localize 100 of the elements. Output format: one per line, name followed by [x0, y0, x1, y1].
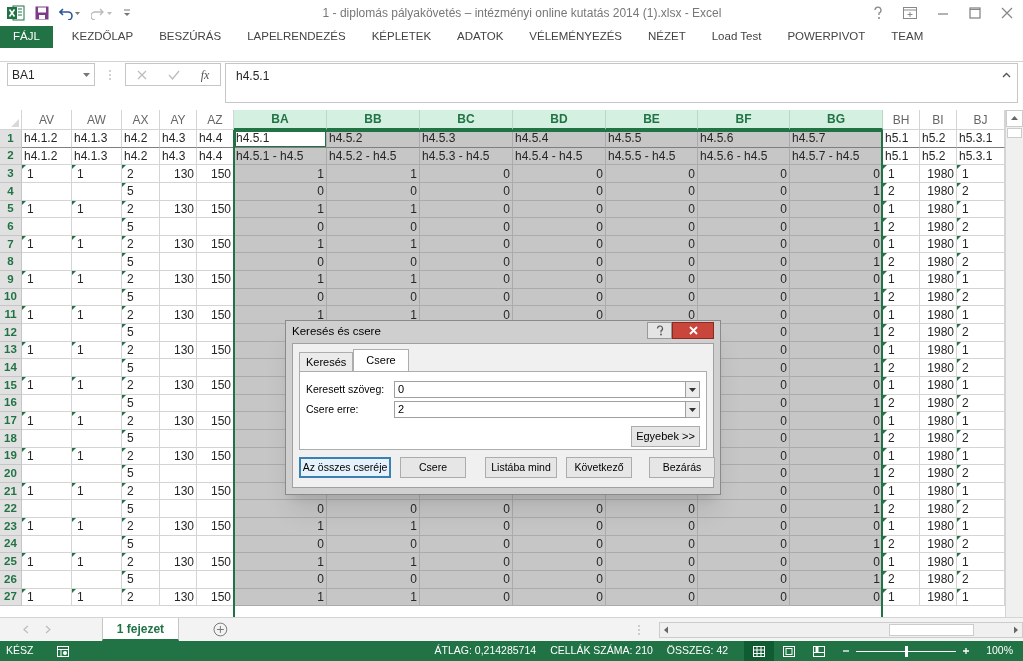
options-button[interactable]: Egyebek >>	[631, 426, 700, 447]
scroll-thumb[interactable]	[888, 623, 974, 636]
ribbon-tab[interactable]: TEAM	[878, 26, 937, 48]
dialog-button[interactable]: Bezárás	[649, 457, 715, 478]
column-header[interactable]: BG	[790, 110, 883, 130]
view-button[interactable]	[744, 641, 775, 661]
ribbon-display-icon[interactable]	[903, 7, 917, 19]
undo-icon[interactable]	[59, 6, 81, 20]
corner-marker-icon	[122, 271, 126, 276]
column-header[interactable]: BJ	[957, 110, 1005, 130]
close-button[interactable]	[672, 321, 714, 339]
customize-toolbar-icon[interactable]	[123, 8, 131, 18]
column-header[interactable]: BB	[327, 110, 420, 130]
ribbon-tab[interactable]: ADATOK	[444, 26, 517, 48]
ribbon-tab[interactable]: VÉLEMÉNYEZÉS	[516, 26, 635, 48]
zoom-out-icon[interactable]	[842, 647, 851, 655]
scroll-up-icon[interactable]	[1006, 110, 1023, 127]
zoom-slider-thumb[interactable]	[904, 645, 908, 657]
dialog-tab[interactable]: Csere	[353, 349, 409, 371]
table-cell: 0	[513, 500, 606, 519]
dropdown-caret-icon[interactable]	[689, 407, 696, 412]
corner-marker-icon	[883, 165, 887, 170]
column-header[interactable]: BD	[513, 110, 606, 130]
column-header[interactable]: AV	[22, 110, 72, 130]
table-cell: 130	[160, 235, 197, 254]
help-button[interactable]	[647, 321, 672, 339]
status-stat: ÁTLAG: 0,214285714	[434, 643, 537, 659]
insert-function-button[interactable]: fx	[200, 65, 210, 84]
vertical-scrollbar[interactable]	[1005, 110, 1023, 617]
dialog-button[interactable]: Következő	[566, 457, 632, 478]
column-header[interactable]: AZ	[197, 110, 234, 130]
dialog-button[interactable]: Listába mind	[485, 457, 557, 478]
row-header[interactable]: 1	[0, 130, 22, 148]
dialog-button[interactable]: Az összes cseréje	[299, 457, 391, 478]
ribbon-tab[interactable]: LAPELRENDEZÉS	[234, 26, 359, 48]
column-header[interactable]: AY	[160, 110, 197, 130]
sheet-tab[interactable]: 1 fejezet	[101, 618, 180, 641]
column-header[interactable]: BI	[920, 110, 957, 130]
close-icon[interactable]	[1001, 7, 1013, 19]
drag-handle-icon[interactable]	[108, 68, 112, 82]
scroll-thumb[interactable]	[1007, 128, 1022, 138]
maximize-icon[interactable]	[969, 7, 981, 19]
column-header[interactable]: BF	[698, 110, 790, 130]
cell-text: 2	[962, 571, 969, 588]
ribbon-tab[interactable]: BESZÚRÁS	[146, 26, 235, 48]
cell-text: 1	[27, 165, 34, 182]
zoom-slider[interactable]	[856, 645, 957, 657]
corner-marker-icon	[72, 588, 76, 593]
column-header[interactable]: BE	[606, 110, 698, 130]
save-icon[interactable]	[35, 6, 49, 20]
ribbon-tab[interactable]: Load Test	[698, 26, 775, 48]
formula-field[interactable]: h4.5.1	[225, 63, 1018, 103]
row-header[interactable]: 26	[0, 571, 22, 589]
input-field[interactable]: 2	[394, 401, 700, 418]
page-layout-view-icon	[783, 645, 796, 657]
table-cell: 130	[160, 553, 197, 571]
collapse-caret-icon[interactable]	[1002, 72, 1011, 78]
row-header[interactable]: 12	[0, 324, 22, 342]
corner-marker-icon	[122, 535, 126, 540]
record-macro-icon[interactable]	[57, 645, 70, 657]
dropdown-caret-icon[interactable]	[689, 387, 696, 392]
dialog-tab[interactable]: Keresés	[299, 352, 354, 371]
ribbon-tab[interactable]: KÉPLETEK	[358, 26, 445, 48]
row-header[interactable]: 25	[0, 553, 22, 571]
help-icon[interactable]	[873, 6, 883, 20]
column-header[interactable]: BC	[420, 110, 513, 130]
zoom-level[interactable]: 100%	[986, 643, 1013, 659]
row-header[interactable]: 22	[0, 500, 22, 519]
column-header[interactable]: BH	[883, 110, 920, 130]
corner-marker-icon	[122, 324, 126, 329]
name-box[interactable]: BA1	[7, 63, 95, 86]
excel-logo-icon[interactable]	[7, 5, 25, 21]
input-field[interactable]: 0	[394, 381, 700, 398]
row-header[interactable]: 23	[0, 518, 22, 536]
row-header[interactable]: 9	[0, 271, 22, 289]
table-cell: 0	[513, 553, 606, 571]
row-header[interactable]: 8	[0, 253, 22, 272]
row-header[interactable]: 6	[0, 218, 22, 236]
ribbon-tab[interactable]: NÉZET	[635, 26, 699, 48]
cell-text: 1	[27, 271, 34, 288]
column-header[interactable]: BA	[234, 110, 327, 130]
table-cell: h4.2	[122, 147, 160, 166]
dialog-button[interactable]: Csere	[400, 457, 466, 478]
row-header[interactable]: 14	[0, 359, 22, 377]
table-cell: 1980	[920, 588, 957, 607]
row-header[interactable]: 20	[0, 465, 22, 483]
row-header[interactable]: 11	[0, 306, 22, 325]
column-header[interactable]: AW	[72, 110, 122, 130]
column-header[interactable]: AX	[122, 110, 160, 130]
ribbon-tab[interactable]: KEZDŐLAP	[58, 26, 147, 48]
horizontal-scrollbar[interactable]	[658, 621, 1023, 638]
table-cell: 1980	[920, 182, 957, 201]
zoom-in-icon[interactable]	[962, 647, 971, 655]
row-header[interactable]: 17	[0, 412, 22, 430]
row-header[interactable]: 3	[0, 165, 22, 183]
corner-marker-icon	[957, 359, 961, 364]
corner-marker-icon	[122, 394, 126, 399]
ribbon-tab[interactable]: POWERPIVOT	[774, 26, 879, 48]
add-sheet-icon[interactable]	[213, 622, 228, 637]
table-cell: 0	[698, 571, 790, 589]
